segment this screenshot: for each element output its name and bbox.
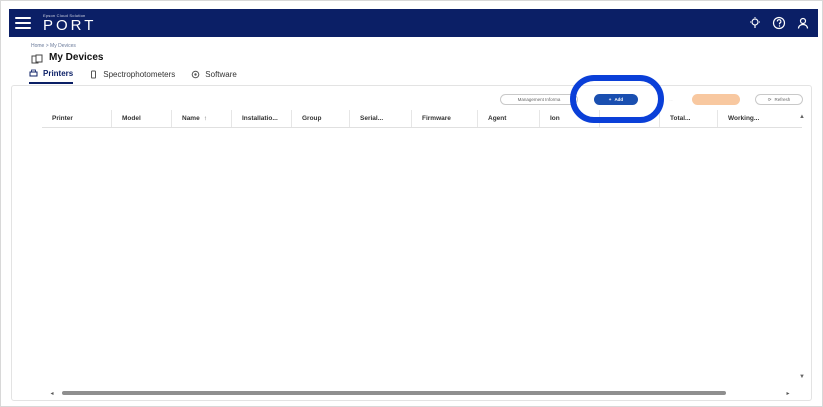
top-bar: Epson Cloud Solution PORT — [9, 9, 818, 37]
scroll-down-arrow[interactable]: ▼ — [799, 374, 805, 380]
refresh-label: Refresh — [774, 97, 791, 102]
management-info-button[interactable]: Management Informa — [500, 94, 578, 105]
scrollbar-thumb[interactable] — [62, 391, 726, 395]
lightbulb-icon[interactable] — [748, 16, 762, 30]
column-ion[interactable]: Ion — [540, 110, 600, 127]
tab-label: Spectrophotometers — [103, 70, 176, 79]
sort-ascending-icon: ↑ — [203, 115, 207, 122]
column-firmware[interactable]: Firmware — [412, 110, 478, 127]
device-tabs: Printers Spectrophotometers Software — [29, 69, 237, 84]
help-icon[interactable] — [772, 16, 786, 30]
horizontal-scrollbar[interactable]: ◂ ▸ — [48, 390, 792, 397]
column-name-label: Name — [182, 115, 200, 122]
orange-action-button[interactable] — [692, 94, 740, 105]
scroll-up-arrow[interactable]: ▲ — [799, 114, 805, 120]
column-model[interactable]: Model — [112, 110, 172, 127]
device-icon — [89, 70, 98, 79]
tab-software[interactable]: Software — [191, 69, 237, 84]
refresh-icon: ⟳ — [767, 96, 772, 102]
scrollbar-track[interactable] — [56, 391, 784, 395]
scroll-left-arrow[interactable]: ◂ — [48, 390, 56, 397]
scroll-right-arrow[interactable]: ▸ — [784, 390, 792, 397]
column-name[interactable]: Name ↑ — [172, 110, 232, 127]
add-button[interactable]: + Add — [594, 94, 638, 105]
column-working[interactable]: Working... — [718, 110, 802, 127]
brand-subtitle: Epson Cloud Solution — [43, 12, 86, 18]
brand-title: PORT — [43, 16, 97, 34]
column-total[interactable]: Total... — [660, 110, 718, 127]
app-window: Epson Cloud Solution PORT Home > My Devi… — [0, 0, 823, 407]
column-agent[interactable]: Agent — [478, 110, 540, 127]
top-icons — [748, 16, 810, 30]
devices-icon — [31, 52, 43, 64]
devices-panel: Management Informa + Add ... ⟳ Refresh P… — [11, 75, 812, 401]
printer-icon — [29, 69, 38, 78]
plus-icon: + — [608, 97, 612, 102]
table-header: Printer Model Name ↑ Installatio... Grou… — [42, 110, 802, 128]
column-hidden[interactable] — [600, 110, 660, 127]
menu-icon[interactable] — [15, 17, 31, 29]
page-title-text: My Devices — [49, 52, 104, 63]
column-printer[interactable]: Printer — [42, 110, 112, 127]
tab-spectrophotometers[interactable]: Spectrophotometers — [89, 69, 175, 84]
software-icon — [191, 70, 200, 79]
column-serial[interactable]: Serial... — [350, 110, 412, 127]
page-title: My Devices — [31, 52, 104, 64]
column-group[interactable]: Group — [292, 110, 350, 127]
disabled-button[interactable]: ... — [660, 94, 682, 105]
breadcrumb[interactable]: Home > My Devices — [31, 43, 76, 49]
refresh-button[interactable]: ⟳ Refresh — [755, 94, 803, 105]
tab-printers[interactable]: Printers — [29, 69, 74, 84]
brand-logo[interactable]: Epson Cloud Solution PORT — [43, 12, 97, 34]
tab-label: Software — [205, 70, 237, 79]
add-button-label: Add — [614, 97, 624, 102]
column-installation[interactable]: Installatio... — [232, 110, 292, 127]
user-icon[interactable] — [796, 16, 810, 30]
tab-label: Printers — [43, 69, 74, 78]
